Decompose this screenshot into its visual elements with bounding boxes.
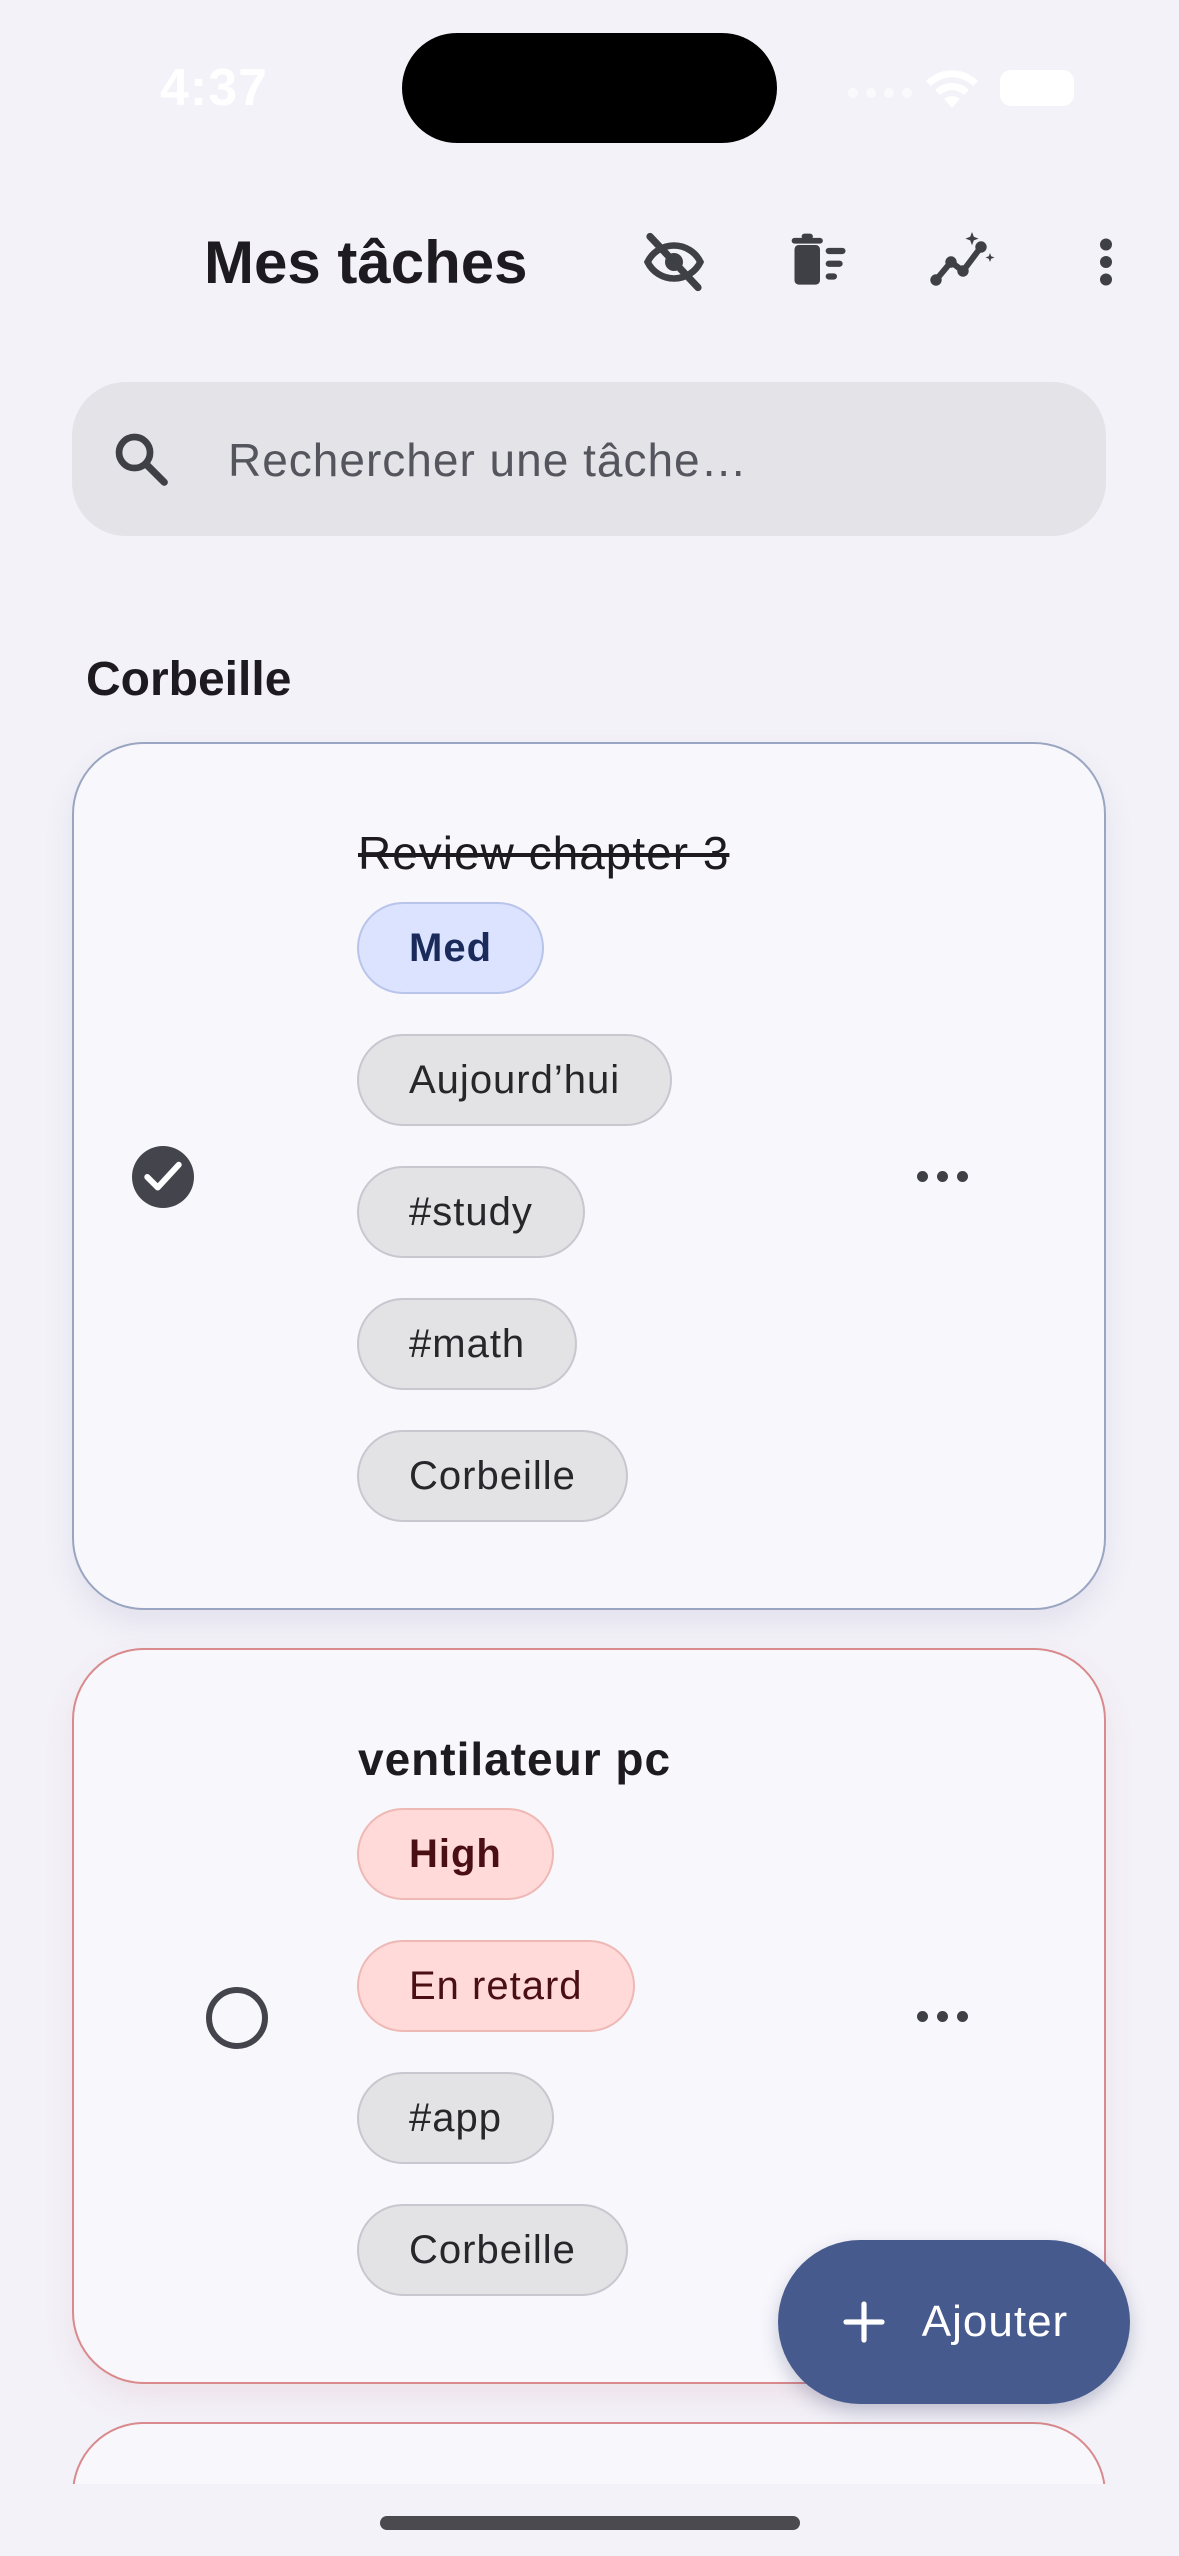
- delete-sweep-icon[interactable]: [782, 224, 858, 300]
- task-checkbox-unchecked[interactable]: [206, 1987, 268, 2049]
- wifi-icon: [926, 70, 978, 108]
- overdue-chip: En retard: [357, 1940, 635, 2032]
- task-checkbox-checked[interactable]: [132, 1146, 194, 1208]
- plus-icon: [843, 2301, 885, 2343]
- task-chips: High En retard #app Corbeille: [357, 1808, 635, 2296]
- list-chip: Corbeille: [357, 2204, 628, 2296]
- search-input[interactable]: [228, 420, 1048, 500]
- status-bar: 4:37: [0, 0, 1179, 180]
- home-indicator[interactable]: [380, 2516, 800, 2530]
- tag-chip: #study: [357, 1166, 585, 1258]
- tag-chip: #app: [357, 2072, 554, 2164]
- task-more-icon[interactable]: [902, 1156, 982, 1196]
- task-more-icon[interactable]: [902, 1996, 982, 2036]
- more-vert-icon[interactable]: [1068, 224, 1144, 300]
- section-title: Corbeille: [86, 653, 292, 706]
- battery-icon: [1000, 70, 1074, 106]
- tag-chip: #math: [357, 1298, 578, 1390]
- add-task-button[interactable]: Ajouter: [778, 2240, 1130, 2404]
- list-chip: Corbeille: [357, 1430, 628, 1522]
- app-bar: Mes tâches: [0, 200, 1179, 324]
- task-chips: Med Aujourd’hui #study #math Corbeille: [357, 902, 673, 1522]
- task-title: ventilateur pc: [358, 1733, 672, 1785]
- eye-off-icon[interactable]: [636, 224, 712, 300]
- priority-chip: Med: [357, 902, 544, 994]
- check-icon: [144, 1161, 182, 1191]
- cellular-signal-icon: [848, 88, 912, 98]
- search-icon: [115, 433, 168, 486]
- due-date-chip: Aujourd’hui: [357, 1034, 673, 1126]
- insights-icon[interactable]: [925, 224, 1001, 300]
- page-title: Mes tâches: [204, 229, 528, 296]
- priority-chip: High: [357, 1808, 554, 1900]
- task-title: Review chapter 3: [358, 827, 730, 879]
- status-time: 4:37: [160, 59, 269, 117]
- add-task-label: Ajouter: [921, 2297, 1069, 2346]
- dynamic-island: [402, 33, 777, 143]
